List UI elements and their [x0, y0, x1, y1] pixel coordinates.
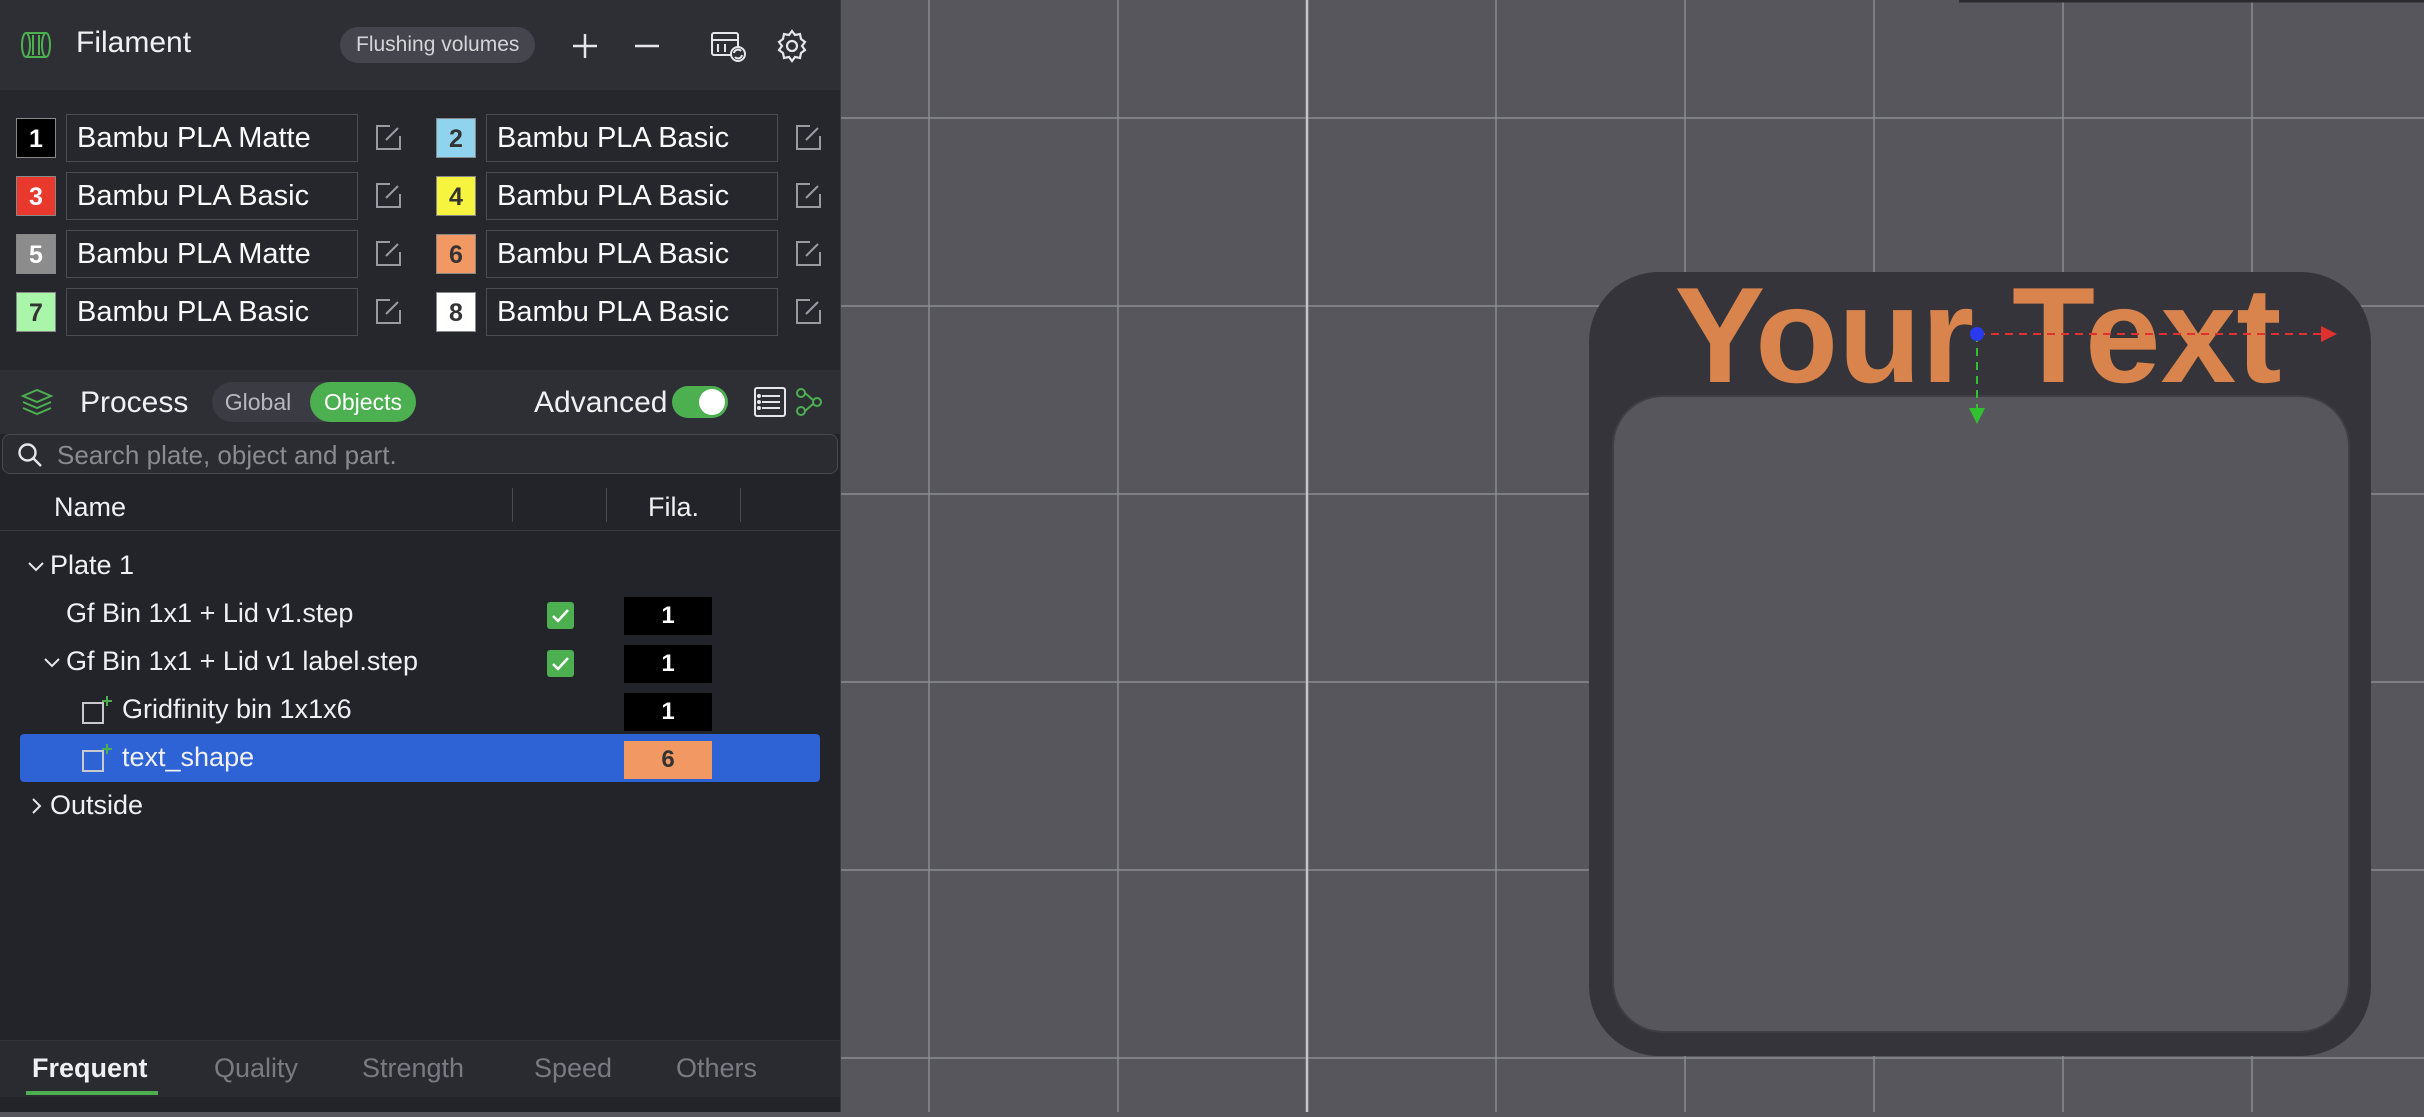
global-option[interactable]: Global	[212, 382, 304, 422]
filament-number-badge[interactable]: 8	[436, 292, 476, 332]
check-icon	[552, 657, 569, 671]
edit-icon[interactable]	[792, 238, 824, 270]
filament-cell[interactable]: 6	[624, 741, 712, 779]
chevron-right-icon[interactable]	[24, 794, 48, 818]
column-name[interactable]: Name	[54, 492, 126, 523]
tree-object-row[interactable]: Gf Bin 1x1 + Lid v1 label.step 1	[20, 638, 820, 686]
toggle-knob	[699, 389, 725, 415]
column-filament[interactable]: Fila.	[648, 492, 699, 523]
search-box	[2, 434, 838, 474]
filament-number-badge[interactable]: 7	[16, 292, 56, 332]
active-tab-underline	[26, 1091, 158, 1095]
filament-number-badge[interactable]: 4	[436, 176, 476, 216]
filament-preset-select[interactable]: Bambu PLA Basic	[486, 172, 778, 220]
edit-icon[interactable]	[372, 122, 404, 154]
filament-number-badge[interactable]: 5	[16, 234, 56, 274]
filament-list: 1 Bambu PLA Matte 2 Bambu PLA Basic 3 Ba…	[0, 90, 840, 370]
printable-checkbox[interactable]	[547, 602, 574, 629]
edit-icon[interactable]	[792, 180, 824, 212]
tree-part-row[interactable]: Gridfinity bin 1x1x6 1	[20, 686, 820, 734]
filament-preset-select[interactable]: Bambu PLA Basic	[66, 288, 358, 336]
outside-label: Outside	[50, 790, 144, 820]
filament-settings-button[interactable]	[772, 26, 812, 66]
edit-icon[interactable]	[372, 296, 404, 328]
minus-icon	[635, 44, 659, 48]
tree-part-row-selected[interactable]: text_shape 6	[20, 734, 820, 782]
process-title: Process	[80, 386, 189, 419]
process-header: Process Global Objects Advanced	[0, 370, 840, 434]
part-label: Gridfinity bin 1x1x6	[122, 694, 352, 724]
tab-strength[interactable]: Strength	[362, 1053, 464, 1084]
plus-icon	[573, 34, 597, 58]
filament-preset-select[interactable]: Bambu PLA Basic	[486, 230, 778, 278]
part-add-icon	[82, 696, 112, 724]
tab-speed[interactable]: Speed	[534, 1053, 612, 1084]
global-objects-switch: Global Objects	[212, 382, 416, 422]
column-divider	[512, 488, 513, 522]
gizmo-origin[interactable]	[1970, 327, 1984, 341]
filament-number-badge[interactable]: 3	[16, 176, 56, 216]
filament-title: Filament	[76, 26, 192, 59]
advanced-label: Advanced	[534, 386, 668, 419]
tree-plate-row[interactable]: Plate 1	[20, 542, 820, 590]
advanced-toggle[interactable]	[672, 386, 728, 418]
objects-option[interactable]: Objects	[310, 382, 416, 422]
add-filament-button[interactable]	[565, 26, 605, 66]
ams-sync-icon	[711, 32, 746, 62]
chevron-down-icon[interactable]	[40, 650, 64, 674]
filament-number-badge[interactable]: 2	[436, 118, 476, 158]
search-input[interactable]	[55, 437, 819, 473]
chevron-down-icon[interactable]	[24, 554, 48, 578]
column-divider	[740, 488, 741, 522]
part-label: text_shape	[122, 742, 255, 772]
tab-others[interactable]: Others	[676, 1053, 757, 1084]
3d-viewport[interactable]: Your Text	[841, 0, 2424, 1112]
filament-preset-select[interactable]: Bambu PLA Matte	[66, 230, 358, 278]
object-list-header: Name Fila.	[0, 484, 840, 531]
filament-preset-select[interactable]: Bambu PLA Basic	[486, 114, 778, 162]
edit-icon[interactable]	[792, 296, 824, 328]
filament-preset-select[interactable]: Bambu PLA Basic	[66, 172, 358, 220]
column-divider	[606, 488, 607, 522]
printable-checkbox[interactable]	[547, 650, 574, 677]
filament-number-badge[interactable]: 6	[436, 234, 476, 274]
gear-icon	[777, 29, 807, 63]
filament-preset-select[interactable]: Bambu PLA Matte	[66, 114, 358, 162]
remove-filament-button[interactable]	[627, 26, 667, 66]
layers-icon	[20, 387, 54, 422]
flushing-volumes-button[interactable]: Flushing volumes	[340, 27, 536, 63]
plate-label: Plate 1	[50, 550, 135, 580]
tab-frequent[interactable]: Frequent	[32, 1053, 148, 1084]
left-panel: Filament Flushing volumes 1 Bambu PLA Ma…	[0, 0, 841, 1112]
filament-cell[interactable]: 1	[624, 645, 712, 683]
edit-icon[interactable]	[372, 238, 404, 270]
check-icon	[552, 609, 569, 623]
compare-icon	[796, 388, 822, 416]
filament-spool-icon	[20, 30, 52, 65]
filament-preset-select[interactable]: Bambu PLA Basic	[486, 288, 778, 336]
compare-presets-button[interactable]	[794, 384, 824, 425]
tree-object-row[interactable]: Gf Bin 1x1 + Lid v1.step 1	[20, 590, 820, 638]
process-tabs: Frequent Quality Strength Speed Others	[0, 1040, 840, 1097]
list-icon	[754, 387, 786, 417]
edit-icon[interactable]	[372, 180, 404, 212]
filament-number-badge[interactable]: 1	[16, 118, 56, 158]
bin-inner-cavity	[1612, 395, 2350, 1033]
tab-quality[interactable]: Quality	[214, 1053, 298, 1084]
filament-header: Filament Flushing volumes	[0, 0, 840, 91]
search-icon	[17, 442, 43, 473]
list-view-button[interactable]	[752, 384, 788, 425]
object-label: Gf Bin 1x1 + Lid v1.step	[66, 598, 354, 628]
filament-cell[interactable]: 1	[624, 693, 712, 731]
filament-cell[interactable]: 1	[624, 597, 712, 635]
tree-outside-row[interactable]: Outside	[20, 782, 820, 830]
edit-icon[interactable]	[792, 122, 824, 154]
object-label: Gf Bin 1x1 + Lid v1 label.step	[66, 646, 418, 676]
viewport-canvas[interactable]: Your Text	[841, 0, 2424, 1112]
sync-ams-button[interactable]	[708, 26, 748, 66]
part-add-icon	[82, 744, 112, 772]
